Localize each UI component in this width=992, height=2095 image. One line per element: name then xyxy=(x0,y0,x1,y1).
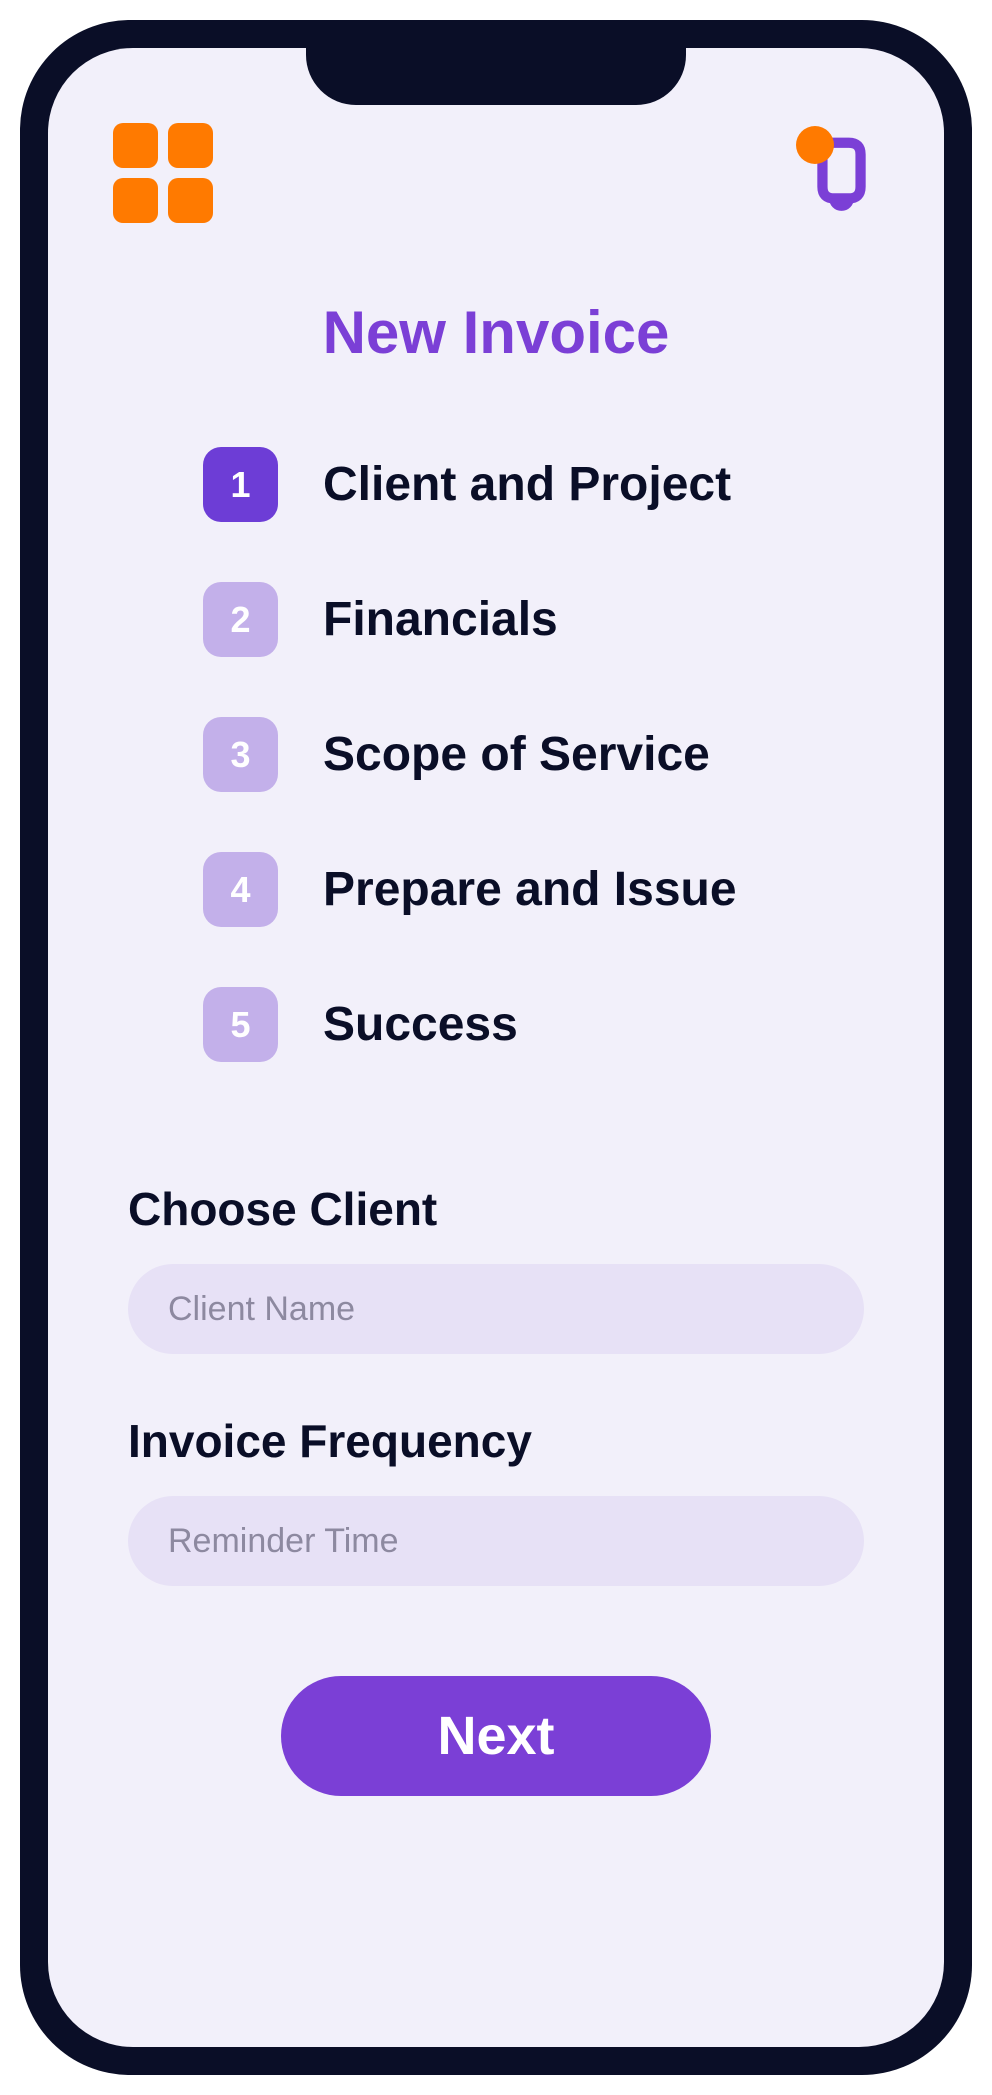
steps-list: 1 Client and Project 2 Financials 3 Scop… xyxy=(113,447,879,1062)
frequency-field-label: Invoice Frequency xyxy=(128,1414,864,1468)
notifications-button[interactable] xyxy=(804,131,879,216)
page-title: New Invoice xyxy=(113,298,879,367)
notification-badge xyxy=(796,126,834,164)
step-label: Client and Project xyxy=(323,457,731,512)
grid-square xyxy=(113,178,158,223)
step-label: Success xyxy=(323,997,518,1052)
step-label: Financials xyxy=(323,592,558,647)
phone-frame: New Invoice 1 Client and Project 2 Finan… xyxy=(20,20,972,2075)
step-success[interactable]: 5 Success xyxy=(203,987,879,1062)
step-prepare-issue[interactable]: 4 Prepare and Issue xyxy=(203,852,879,927)
step-badge: 1 xyxy=(203,447,278,522)
client-field-label: Choose Client xyxy=(128,1182,864,1236)
step-badge: 3 xyxy=(203,717,278,792)
step-badge: 2 xyxy=(203,582,278,657)
step-scope-service[interactable]: 3 Scope of Service xyxy=(203,717,879,792)
header-bar xyxy=(113,123,879,223)
form-section: Choose Client Invoice Frequency Next xyxy=(113,1182,879,1796)
apps-grid-icon[interactable] xyxy=(113,123,213,223)
grid-square xyxy=(168,123,213,168)
step-badge: 4 xyxy=(203,852,278,927)
phone-notch xyxy=(306,20,686,105)
step-label: Prepare and Issue xyxy=(323,862,737,917)
step-financials[interactable]: 2 Financials xyxy=(203,582,879,657)
grid-square xyxy=(168,178,213,223)
client-name-input[interactable] xyxy=(128,1264,864,1354)
reminder-time-input[interactable] xyxy=(128,1496,864,1586)
next-button[interactable]: Next xyxy=(281,1676,711,1796)
grid-square xyxy=(113,123,158,168)
step-badge: 5 xyxy=(203,987,278,1062)
phone-screen: New Invoice 1 Client and Project 2 Finan… xyxy=(48,48,944,2047)
step-label: Scope of Service xyxy=(323,727,710,782)
step-client-project[interactable]: 1 Client and Project xyxy=(203,447,879,522)
